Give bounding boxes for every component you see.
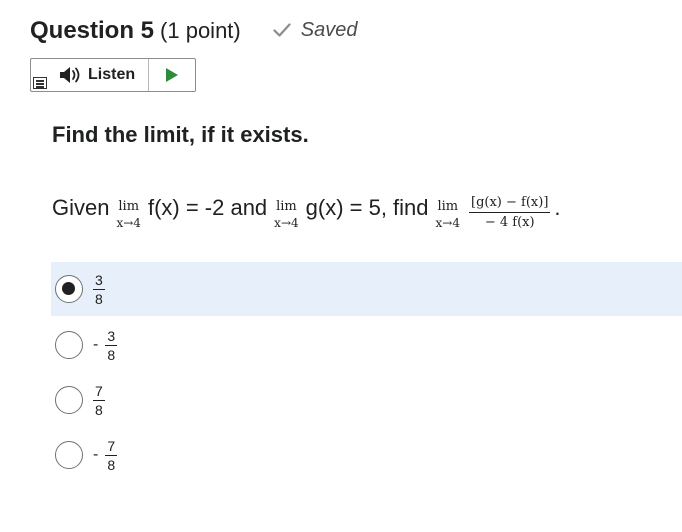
fraction-denominator: − 4 f(x) [484, 215, 535, 230]
answer-fraction: 3 8 [93, 273, 105, 306]
question-header: Question 5 (1 point) Saved [30, 17, 357, 45]
quiz-question-page: Question 5 (1 point) Saved Listen Find t… [0, 0, 682, 532]
saved-label: Saved [300, 18, 358, 41]
listen-button[interactable]: Listen [31, 59, 149, 91]
radio-button[interactable] [55, 331, 83, 359]
given-text-3: g(x) = 5, find [305, 195, 429, 220]
answer-numerator: 3 [105, 327, 118, 346]
answer-numerator: 7 [105, 437, 118, 456]
check-icon [273, 23, 291, 37]
question-prompt: Find the limit, if it exists. [52, 122, 309, 147]
limit-expression-1: lim x→4 [116, 200, 140, 229]
answer-numerator: 7 [93, 382, 105, 401]
menu-icon[interactable] [33, 77, 47, 89]
answer-value: - 3 8 [93, 327, 118, 363]
lim-label: lim [437, 199, 459, 214]
fraction-numerator: [g(x) − f(x)] [469, 196, 551, 213]
answer-sign: - [93, 446, 99, 463]
lim-label: lim [276, 199, 297, 214]
answer-value: 7 8 [93, 384, 105, 417]
given-text-1: Given [52, 195, 110, 220]
answer-fraction: 7 8 [105, 437, 118, 473]
answer-value: 3 8 [93, 273, 105, 306]
play-icon [166, 68, 178, 82]
listen-label: Listen [88, 66, 136, 83]
statement-period: . [554, 195, 561, 220]
answer-denominator: 8 [107, 456, 116, 473]
answer-denominator: 8 [95, 290, 103, 307]
radio-button-selected[interactable] [55, 275, 83, 303]
radio-button[interactable] [55, 386, 83, 414]
answer-fraction: 3 8 [105, 327, 118, 363]
limit-expression-3: lim x→4 [436, 200, 460, 229]
limit-expression-2: lim x→4 [274, 200, 298, 229]
answer-option-4[interactable]: - 7 8 [51, 428, 682, 482]
answer-numerator: 3 [93, 271, 105, 290]
limit-fraction: [g(x) − f(x)] − 4 f(x) [469, 196, 551, 230]
answer-value: - 7 8 [93, 437, 118, 473]
answer-option-3[interactable]: 7 8 [51, 373, 682, 427]
saved-status: Saved [273, 18, 358, 42]
speaker-icon [60, 67, 80, 83]
question-title: Question 5 [30, 17, 155, 44]
listen-toolbar: Listen [30, 58, 196, 92]
answer-option-2[interactable]: - 3 8 [51, 318, 682, 372]
question-points: (1 point) [160, 18, 241, 43]
play-button[interactable] [149, 59, 195, 91]
answer-denominator: 8 [107, 346, 116, 363]
answer-denominator: 8 [95, 401, 103, 418]
radio-button[interactable] [55, 441, 83, 469]
lim-approach: x→4 [274, 216, 299, 230]
lim-approach: x→4 [435, 216, 460, 230]
answer-fraction: 7 8 [93, 384, 105, 417]
given-text-2: f(x) = -2 and [147, 195, 268, 220]
lim-approach: x→4 [116, 216, 141, 230]
answer-sign: - [93, 336, 99, 353]
lim-label: lim [118, 199, 140, 214]
answer-option-1[interactable]: 3 8 [51, 262, 682, 316]
question-statement: Given lim x→4 f(x) = -2 and lim x→4 g(x)… [52, 194, 561, 229]
